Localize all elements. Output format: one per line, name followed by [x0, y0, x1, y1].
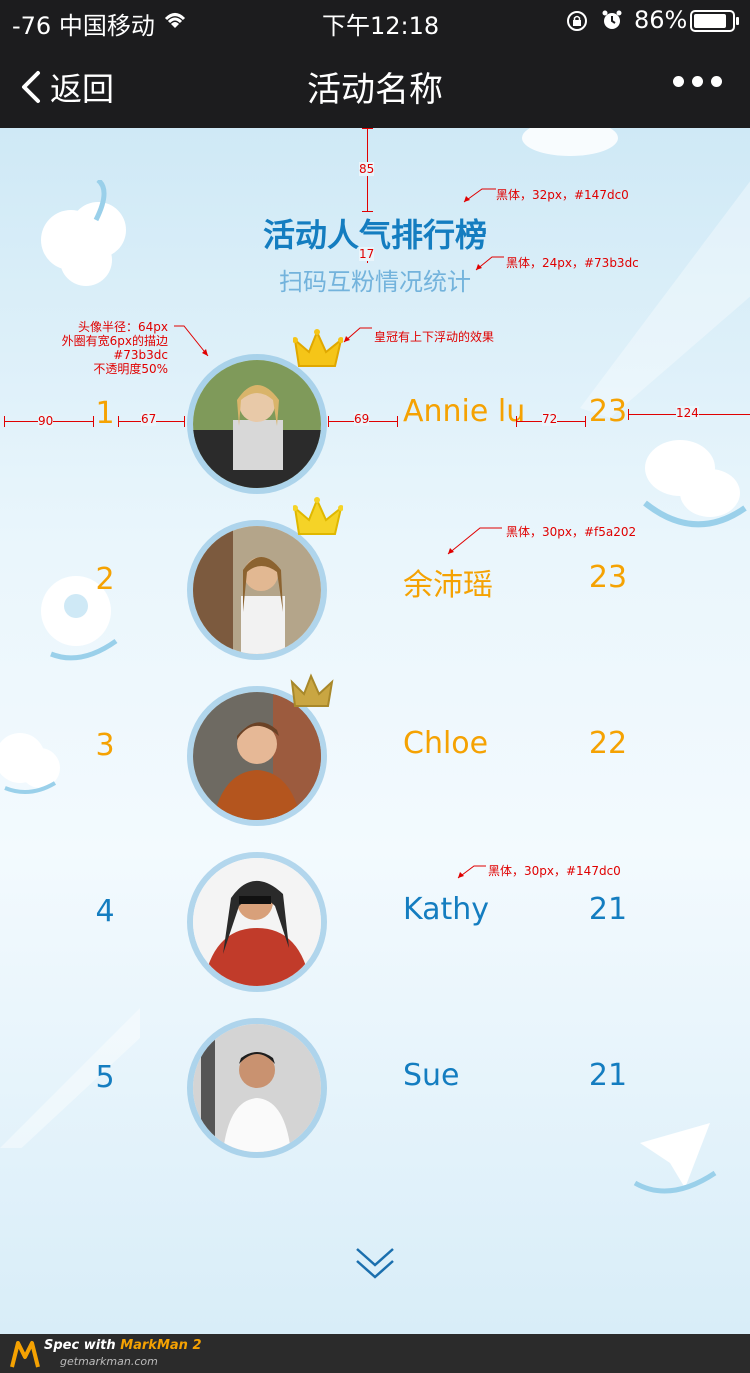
crown-icon — [290, 673, 334, 707]
member-name: Kathy — [403, 892, 490, 927]
clock: 下午12:18 — [322, 12, 440, 40]
annotation-title-font: 黑体，32px，#147dc0 — [496, 188, 629, 202]
status-bar: -76 中国移动 下午12:18 86% — [0, 0, 750, 42]
avatar — [187, 852, 327, 992]
pointer-arrow — [463, 188, 496, 203]
page-title: 活动名称 — [307, 70, 443, 110]
annotation-line: 不透明度50% — [93, 362, 168, 376]
avatar — [187, 1018, 327, 1158]
board-title: 活动人气排行榜 — [262, 216, 487, 254]
ranking-row[interactable]: 3 Chloe 22 — [0, 686, 750, 826]
measure-label: 72 — [542, 412, 558, 426]
measure-label: 124 — [676, 406, 699, 420]
member-name: Annie lu — [403, 394, 526, 429]
alarm-icon — [602, 10, 622, 29]
footer-site: getmarkman.com — [60, 1355, 158, 1368]
rank-number: 2 — [95, 562, 115, 597]
wifi-icon — [164, 13, 186, 28]
more-button[interactable] — [673, 76, 722, 87]
dot-icon — [711, 76, 722, 87]
measure-tick — [516, 416, 517, 427]
ranking-row[interactable]: 2 余沛瑶 23 — [0, 520, 750, 660]
annotation-line: 头像半径：64px — [78, 320, 168, 334]
pointer-arrow — [343, 327, 372, 343]
member-score: 23 — [588, 560, 628, 595]
ranking-row[interactable]: 5 Sue 21 — [0, 1018, 750, 1158]
measure-label: 17 — [359, 247, 375, 261]
footer-app: MarkMan 2 — [120, 1338, 202, 1353]
measure-tick — [362, 211, 373, 212]
rank-number: 1 — [95, 396, 115, 431]
carrier-signal: -76 中国移动 — [12, 12, 155, 40]
measure-label: 69 — [354, 412, 370, 426]
battery-percent: 86% — [634, 6, 688, 34]
chevron-down-icon[interactable] — [354, 1245, 396, 1281]
pointer-arrow — [174, 325, 209, 357]
measure-tick — [93, 416, 94, 427]
measure-tick — [628, 409, 629, 420]
measure-tick — [118, 416, 119, 427]
member-name: Chloe — [403, 726, 489, 761]
annotation-subtitle-font: 黑体，24px，#73b3dc — [506, 256, 639, 270]
footer-prefix: Spec with — [44, 1338, 121, 1353]
avatar — [187, 354, 327, 494]
measure-tick — [4, 416, 5, 427]
member-score: 23 — [588, 394, 628, 429]
annotation-line: #73b3dc — [113, 348, 168, 362]
footer-brand: Spec with MarkMan 2 — [44, 1338, 202, 1353]
annotation-line: 外圈有宽6px的描边 — [61, 334, 168, 348]
measure-tick — [397, 416, 398, 427]
rotation-lock-icon — [567, 11, 587, 31]
annotation-blue-font: 黑体，30px，#147dc0 — [488, 864, 621, 878]
avatar — [187, 520, 327, 660]
member-score: 21 — [588, 892, 628, 927]
crown-icon — [293, 329, 343, 367]
annotation-gold-font: 黑体，30px，#f5a202 — [506, 525, 637, 539]
navigation-bar: 返回 活动名称 — [0, 42, 750, 128]
member-score: 22 — [588, 726, 628, 761]
dot-icon — [692, 76, 703, 87]
measure-label: 85 — [359, 162, 375, 176]
ranking-row[interactable]: 4 Kathy 21 — [0, 852, 750, 992]
measure-tick — [585, 416, 586, 427]
rank-number: 4 — [95, 894, 115, 929]
pointer-arrow — [447, 527, 502, 555]
measure-tick — [362, 128, 373, 129]
dot-icon — [673, 76, 684, 87]
annotation-crown: 皇冠有上下浮动的效果 — [374, 330, 495, 344]
measure-label: 67 — [141, 412, 157, 426]
battery-icon — [690, 10, 739, 32]
crown-icon — [293, 497, 343, 535]
measure-tick — [184, 416, 185, 427]
member-name: Sue — [403, 1058, 460, 1093]
member-score: 21 — [588, 1058, 628, 1093]
measure-label: 90 — [38, 414, 54, 428]
markman-logo-icon — [10, 1341, 40, 1368]
pointer-arrow — [475, 256, 504, 271]
cloud-decoration — [522, 128, 618, 156]
rank-number: 3 — [95, 728, 115, 763]
pointer-arrow — [457, 865, 486, 879]
markman-footer: Spec with MarkMan 2 getmarkman.com — [0, 1334, 750, 1373]
annotation-avatar: 头像半径：64px 外圈有宽6px的描边 #73b3dc 不透明度50% — [0, 320, 168, 376]
measure-tick — [328, 416, 329, 427]
rank-number: 5 — [95, 1060, 115, 1095]
member-name: 余沛瑶 — [403, 568, 493, 603]
